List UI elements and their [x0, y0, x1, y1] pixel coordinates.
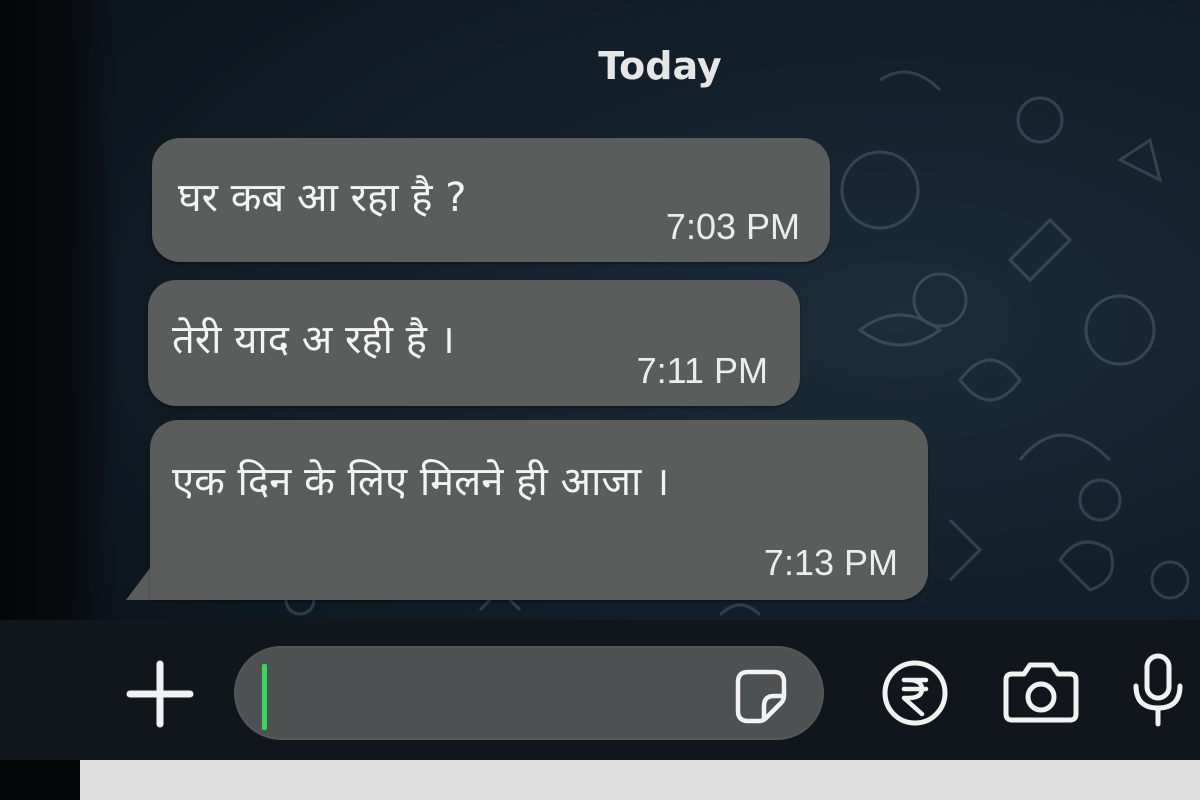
plus-icon	[126, 660, 194, 728]
camera-button[interactable]	[1000, 660, 1082, 726]
message-bubble-incoming[interactable]: एक दिन के लिए मिलने ही आजा । 7:13 PM	[150, 420, 928, 600]
date-separator: Today	[598, 44, 722, 88]
sticker-button[interactable]	[730, 664, 792, 726]
chat-screen: Today घर कब आ रहा है ? 7:03 PM तेरी याद …	[0, 0, 1200, 800]
voice-message-button[interactable]	[1130, 652, 1186, 732]
camera-icon	[1003, 662, 1079, 723]
payment-button[interactable]	[880, 658, 950, 728]
message-timestamp: 7:03 PM	[665, 206, 800, 247]
keyboard-edge	[80, 760, 1200, 800]
device-bezel-bottom	[0, 760, 80, 800]
attach-button[interactable]	[124, 658, 196, 730]
sticker-icon	[735, 669, 787, 724]
message-input[interactable]	[260, 664, 734, 724]
message-bubble-incoming[interactable]: तेरी याद अ रही है । 7:11 PM	[148, 280, 800, 406]
rupee-icon	[882, 660, 948, 726]
message-text: घर कब आ रहा है ?	[178, 175, 467, 221]
message-text: तेरी याद अ रही है ।	[172, 317, 455, 363]
microphone-icon	[1133, 653, 1183, 727]
message-text: एक दिन के लिए मिलने ही आजा ।	[172, 459, 670, 505]
message-timestamp: 7:13 PM	[763, 542, 898, 583]
text-cursor	[262, 664, 267, 730]
message-timestamp: 7:11 PM	[636, 350, 768, 391]
message-bubble-incoming[interactable]: घर कब आ रहा है ? 7:03 PM	[152, 138, 830, 262]
